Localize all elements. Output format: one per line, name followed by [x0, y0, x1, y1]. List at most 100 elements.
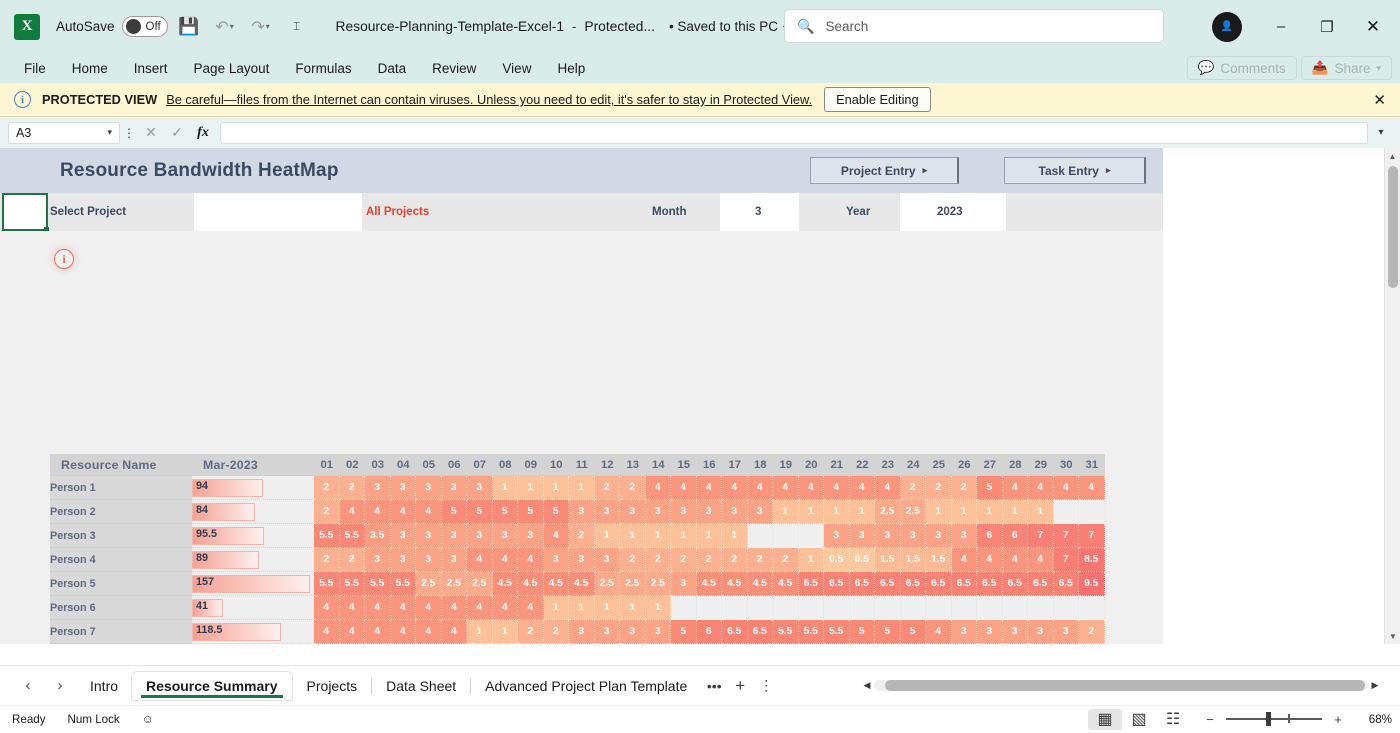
insert-function-icon[interactable]: fx [190, 125, 216, 141]
horizontal-scrollbar-track[interactable] [874, 680, 1368, 691]
close-icon[interactable]: ✕ [1373, 91, 1386, 109]
column-header-day-05: 05 [416, 454, 442, 476]
total-hours-value: 84 [196, 504, 209, 516]
table-row[interactable]: Person 2 84 2 4 4 4 4 5 5 5 5 5 3 3 3 3 3 3 3 3 1 1 1 1 2.5 2.5 1 1… [50, 500, 1105, 524]
tab-insert[interactable]: Insert [121, 57, 181, 80]
column-header-day-24: 24 [900, 454, 926, 476]
scroll-right-icon[interactable]: ▶ [1368, 680, 1382, 691]
heatmap-cell: 4.5 [518, 572, 544, 596]
vertical-scrollbar-thumb[interactable] [1388, 166, 1398, 288]
tab-help[interactable]: Help [544, 57, 598, 80]
zoom-out-button[interactable]: − [1200, 712, 1220, 727]
formula-input[interactable] [220, 121, 1368, 144]
tab-formulas[interactable]: Formulas [282, 57, 364, 80]
accessibility-icon[interactable]: ☺ [142, 713, 154, 726]
cancel-icon[interactable]: ✕ [138, 124, 164, 141]
sheet-tab-projects[interactable]: Projects [293, 672, 372, 700]
tab-overflow-icon[interactable]: ••• [701, 678, 727, 694]
column-header-day-25: 25 [926, 454, 952, 476]
comments-button[interactable]: 💬 Comments [1186, 56, 1297, 80]
heatmap-cell: 3 [569, 620, 595, 644]
tab-file[interactable]: File [18, 57, 59, 80]
page-title: Resource Bandwidth HeatMap [60, 159, 339, 181]
tab-data[interactable]: Data [365, 57, 420, 80]
scroll-up-icon[interactable]: ▲ [1385, 148, 1400, 164]
heatmap-table: Resource Name Mar-2023 01 02 03 04 05 06 07 08 0… [50, 454, 1105, 644]
name-box-more-icon[interactable]: ⋮ [120, 126, 138, 140]
page-break-icon[interactable]: ☷ [1156, 709, 1190, 730]
column-header-day-07: 07 [467, 454, 493, 476]
column-header-day-06: 06 [441, 454, 467, 476]
info-row: i [0, 231, 1163, 287]
horizontal-scrollbar-thumb[interactable] [885, 680, 1365, 691]
info-icon[interactable]: i [54, 249, 74, 269]
heatmap-cell: 4 [926, 620, 952, 644]
add-sheet-icon[interactable]: + [727, 676, 753, 696]
horizontal-scrollbar[interactable]: ◀ ▶ [860, 677, 1382, 694]
heatmap-cell: 2.5 [441, 572, 467, 596]
heatmap-cell: 2 [671, 548, 697, 572]
expand-formula-bar-icon[interactable]: ▾ [1368, 127, 1394, 138]
zoom-slider-thumb[interactable] [1266, 712, 1271, 727]
undo-icon[interactable]: ↶ ▾ [210, 12, 240, 42]
table-row[interactable]: Person 5 157 5.5 5.5 5.5 5.5 2.5 2.5 2.5 4.5 4.5 4.… [50, 572, 1105, 596]
avatar[interactable]: 👤 [1212, 11, 1242, 42]
close-button[interactable]: ✕ [1350, 10, 1396, 44]
sheet-menu-icon[interactable]: ⋮ [753, 677, 779, 694]
next-sheet-icon[interactable]: › [44, 677, 76, 694]
share-button[interactable]: 📤 Share ▾ [1300, 56, 1392, 80]
search-input[interactable]: 🔍 Search [784, 9, 1164, 43]
tab-home[interactable]: Home [59, 57, 121, 80]
tab-review[interactable]: Review [419, 57, 489, 80]
sheet-tab-intro[interactable]: Intro [76, 672, 132, 700]
project-entry-button[interactable]: Project Entry ▸ [810, 157, 959, 184]
sheet-canvas[interactable]: Resource Bandwidth HeatMap Project Entry… [0, 148, 1163, 644]
total-hours-cell: 89 [192, 548, 314, 572]
zoom-slider[interactable] [1226, 712, 1322, 727]
table-row[interactable]: Person 6 41 4 4 4 4 4 4 4 4 4 1 1 1 1 1 [50, 596, 1105, 620]
save-icon[interactable]: 💾 [174, 12, 204, 42]
heatmap-cell: 5.5 [314, 572, 340, 596]
redo-icon[interactable]: ↷ ▾ [246, 12, 276, 42]
heatmap-cell: 1 [977, 500, 1003, 524]
restore-button[interactable]: ❐ [1304, 10, 1350, 44]
heatmap-cell: 1.5 [875, 548, 901, 572]
tab-page-layout[interactable]: Page Layout [181, 57, 283, 80]
heatmap-cell [1079, 500, 1105, 524]
heatmap-cell: 3 [365, 548, 391, 572]
heatmap-cell: 4 [951, 548, 977, 572]
normal-view-icon[interactable]: ▦ [1088, 708, 1122, 730]
heatmap-cell: 2 [696, 548, 722, 572]
customize-quick-access-icon[interactable]: ⌶ [282, 12, 312, 42]
table-row[interactable]: Person 1 94 2 2 3 3 3 3 3 1 1 1 1 2 2 4 4 4 4 4 4 4 4 4 4 2 2 2 5 4 4 4… [50, 476, 1105, 500]
sheet-tab-resource-summary[interactable]: Resource Summary [132, 671, 292, 700]
vertical-scrollbar[interactable]: ▲ ▼ [1384, 148, 1400, 644]
tab-view[interactable]: View [489, 57, 544, 80]
table-row[interactable]: Person 4 89 2 2 3 3 3 3 4 4 4 3 3 3 2 2 2 2 2 2 2 1 0.5 0.5 1.5 1… [50, 548, 1105, 572]
confirm-icon[interactable]: ✓ [164, 124, 190, 141]
name-box[interactable]: A3 ▾ [8, 121, 120, 144]
project-value: All Projects [366, 206, 430, 218]
minimize-button[interactable]: – [1258, 10, 1304, 44]
scroll-down-icon[interactable]: ▼ [1385, 628, 1400, 644]
sheet-tab-data-sheet[interactable]: Data Sheet [372, 672, 470, 700]
task-entry-button[interactable]: Task Entry ▸ [1004, 157, 1146, 184]
table-row[interactable]: Person 7 118.5 4 4 4 4 4 4 1 1 2 2 3 3 3 3 5 6 6.5 6.5 5.5 5.… [50, 620, 1105, 644]
enable-editing-button[interactable]: Enable Editing [824, 87, 931, 112]
heatmap-cell: 4.5 [569, 572, 595, 596]
heatmap-cell: 5 [467, 500, 493, 524]
total-hours-value: 89 [196, 552, 209, 564]
saved-status[interactable]: • Saved to this PC▾ [669, 19, 788, 34]
table-row[interactable]: Person 3 95.5 5.5 5.5 3.5 3 3 3 3 3 3 4 2 1 1 1 1 1 1 3 3 3 3 3… [50, 524, 1105, 548]
prev-sheet-icon[interactable]: ‹ [12, 677, 44, 694]
selected-cell-a3[interactable] [2, 193, 49, 232]
scroll-left-icon[interactable]: ◀ [860, 680, 874, 691]
heatmap-cell: 5.5 [314, 524, 340, 548]
select-project-label: Select Project [50, 206, 127, 218]
document-title[interactable]: Resource-Planning-Template-Excel-1 - Pro… [336, 19, 655, 34]
page-layout-icon[interactable]: ▧ [1122, 709, 1156, 730]
zoom-in-button[interactable]: + [1328, 712, 1348, 727]
autosave-toggle[interactable]: Off [121, 16, 168, 37]
sheet-tab-advanced-project-plan-template[interactable]: Advanced Project Plan Template [471, 672, 701, 700]
project-dropdown-input[interactable] [194, 193, 362, 231]
